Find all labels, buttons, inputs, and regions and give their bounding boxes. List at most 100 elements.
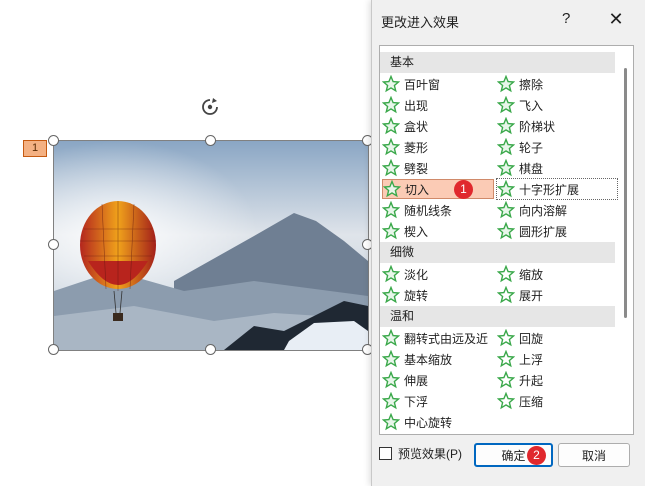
star-effect-icon bbox=[382, 117, 400, 135]
effect-item[interactable]: 菱形 bbox=[382, 137, 494, 157]
star-effect-icon bbox=[497, 180, 515, 198]
star-effect-icon bbox=[383, 180, 401, 198]
effect-item[interactable]: 百叶窗 bbox=[382, 74, 494, 94]
star-effect-icon bbox=[382, 392, 400, 410]
preview-label: 预览效果(P) bbox=[398, 447, 462, 461]
effect-item[interactable]: 翻转式由远及近 bbox=[382, 328, 494, 348]
close-button[interactable]: ✕ bbox=[606, 9, 626, 29]
star-effect-icon bbox=[497, 138, 515, 156]
star-effect-icon bbox=[382, 96, 400, 114]
vertical-scrollbar[interactable] bbox=[619, 46, 633, 434]
resize-handle-n[interactable] bbox=[205, 135, 216, 146]
star-effect-icon bbox=[497, 350, 515, 368]
resize-handle-sw[interactable] bbox=[48, 344, 59, 355]
effect-item[interactable]: 擦除 bbox=[497, 74, 617, 94]
effect-item[interactable]: 楔入 bbox=[382, 221, 494, 241]
star-effect-icon bbox=[497, 371, 515, 389]
effect-item[interactable]: 棋盘 bbox=[497, 158, 617, 178]
step-badge-1: 1 bbox=[454, 180, 473, 199]
dialog-title: 更改进入效果 bbox=[381, 15, 460, 30]
effect-label: 阶梯状 bbox=[519, 119, 556, 134]
effect-label: 回旋 bbox=[519, 331, 544, 346]
star-effect-icon bbox=[382, 329, 400, 347]
star-effect-icon bbox=[497, 392, 515, 410]
star-effect-icon bbox=[497, 117, 515, 135]
effect-item[interactable]: 阶梯状 bbox=[497, 116, 617, 136]
effect-label: 压缩 bbox=[519, 394, 544, 409]
cancel-label: 取消 bbox=[581, 448, 606, 463]
effect-label: 缩放 bbox=[519, 267, 544, 282]
effect-label: 百叶窗 bbox=[404, 77, 441, 92]
effect-item[interactable]: 缩放 bbox=[497, 264, 617, 284]
star-effect-icon bbox=[497, 159, 515, 177]
group-header: 基本 bbox=[380, 52, 615, 73]
effect-item[interactable]: 旋转 bbox=[382, 285, 494, 305]
effect-item[interactable]: 压缩 bbox=[497, 391, 617, 411]
effect-label: 旋转 bbox=[404, 288, 429, 303]
effect-item[interactable]: 中心旋转 bbox=[382, 412, 494, 432]
group-header: 细微 bbox=[380, 242, 615, 263]
effect-item[interactable]: 向内溶解 bbox=[497, 200, 617, 220]
star-effect-icon bbox=[497, 286, 515, 304]
effect-item[interactable]: 圆形扩展 bbox=[497, 221, 617, 241]
checkbox-box[interactable] bbox=[379, 447, 392, 460]
help-button[interactable]: ? bbox=[562, 10, 570, 27]
star-effect-icon bbox=[497, 75, 515, 93]
effect-item[interactable]: 劈裂 bbox=[382, 158, 494, 178]
effect-label: 菱形 bbox=[404, 140, 429, 155]
effect-item[interactable]: 下浮 bbox=[382, 391, 494, 411]
effect-label: 下浮 bbox=[404, 394, 429, 409]
effect-label: 棋盘 bbox=[519, 161, 544, 176]
effect-label: 升起 bbox=[519, 373, 544, 388]
effect-item[interactable]: 回旋 bbox=[497, 328, 617, 348]
star-effect-icon bbox=[382, 201, 400, 219]
resize-handle-nw[interactable] bbox=[48, 135, 59, 146]
effect-item[interactable]: 展开 bbox=[497, 285, 617, 305]
dialog-title-bar[interactable]: 更改进入效果 ? ✕ bbox=[372, 0, 645, 38]
star-effect-icon bbox=[497, 96, 515, 114]
effect-label: 轮子 bbox=[519, 140, 544, 155]
preview-effect-checkbox[interactable]: 预览效果(P) bbox=[379, 445, 462, 462]
star-effect-icon bbox=[382, 75, 400, 93]
star-effect-icon bbox=[382, 265, 400, 283]
effect-label: 展开 bbox=[519, 288, 544, 303]
effect-label: 圆形扩展 bbox=[519, 224, 568, 239]
effect-item[interactable]: 随机线条 bbox=[382, 200, 494, 220]
effect-label: 出现 bbox=[404, 98, 429, 113]
change-entrance-effect-dialog: 更改进入效果 ? ✕ 基本百叶窗 擦除出现 飞入 盒状 阶梯状菱形 轮子劈裂 棋盘切入 1 十字… bbox=[371, 0, 645, 486]
balloon-image bbox=[54, 141, 368, 350]
effect-item[interactable]: 出现 bbox=[382, 95, 494, 115]
star-effect-icon bbox=[497, 201, 515, 219]
effect-item[interactable]: 上浮 bbox=[497, 349, 617, 369]
resize-handle-w[interactable] bbox=[48, 239, 59, 250]
rotate-handle-icon[interactable] bbox=[200, 97, 220, 117]
balloon-photo[interactable] bbox=[53, 140, 369, 351]
effect-label: 伸展 bbox=[404, 373, 429, 388]
star-effect-icon bbox=[497, 265, 515, 283]
effect-label: 十字形扩展 bbox=[519, 182, 580, 197]
effect-item[interactable]: 切入 bbox=[382, 179, 494, 199]
star-effect-icon bbox=[382, 413, 400, 431]
animation-order-tag[interactable]: 1 bbox=[23, 140, 47, 157]
effect-item[interactable]: 伸展 bbox=[382, 370, 494, 390]
effect-label: 上浮 bbox=[519, 352, 544, 367]
step-badge-2: 2 bbox=[527, 446, 546, 465]
effect-label: 向内溶解 bbox=[519, 203, 568, 218]
effect-label: 基本缩放 bbox=[404, 352, 453, 367]
effect-item[interactable]: 淡化 bbox=[382, 264, 494, 284]
scroll-thumb[interactable] bbox=[624, 68, 627, 318]
effect-list[interactable]: 基本百叶窗 擦除出现 飞入 盒状 阶梯状菱形 轮子劈裂 棋盘切入 1 十字形扩展随机线条 向内溶解… bbox=[379, 45, 634, 435]
star-effect-icon bbox=[497, 329, 515, 347]
effect-label: 切入 bbox=[405, 182, 430, 197]
effect-label: 中心旋转 bbox=[404, 415, 453, 430]
resize-handle-s[interactable] bbox=[205, 344, 216, 355]
effect-item[interactable]: 升起 bbox=[497, 370, 617, 390]
effect-label: 淡化 bbox=[404, 267, 429, 282]
effect-item[interactable]: 盒状 bbox=[382, 116, 494, 136]
effect-item[interactable]: 基本缩放 bbox=[382, 349, 494, 369]
effect-item[interactable]: 飞入 bbox=[497, 95, 617, 115]
effect-item[interactable]: 十字形扩展 bbox=[496, 178, 618, 200]
cancel-button[interactable]: 取消 bbox=[558, 443, 630, 467]
effect-label: 楔入 bbox=[404, 224, 429, 239]
effect-item[interactable]: 轮子 bbox=[497, 137, 617, 157]
